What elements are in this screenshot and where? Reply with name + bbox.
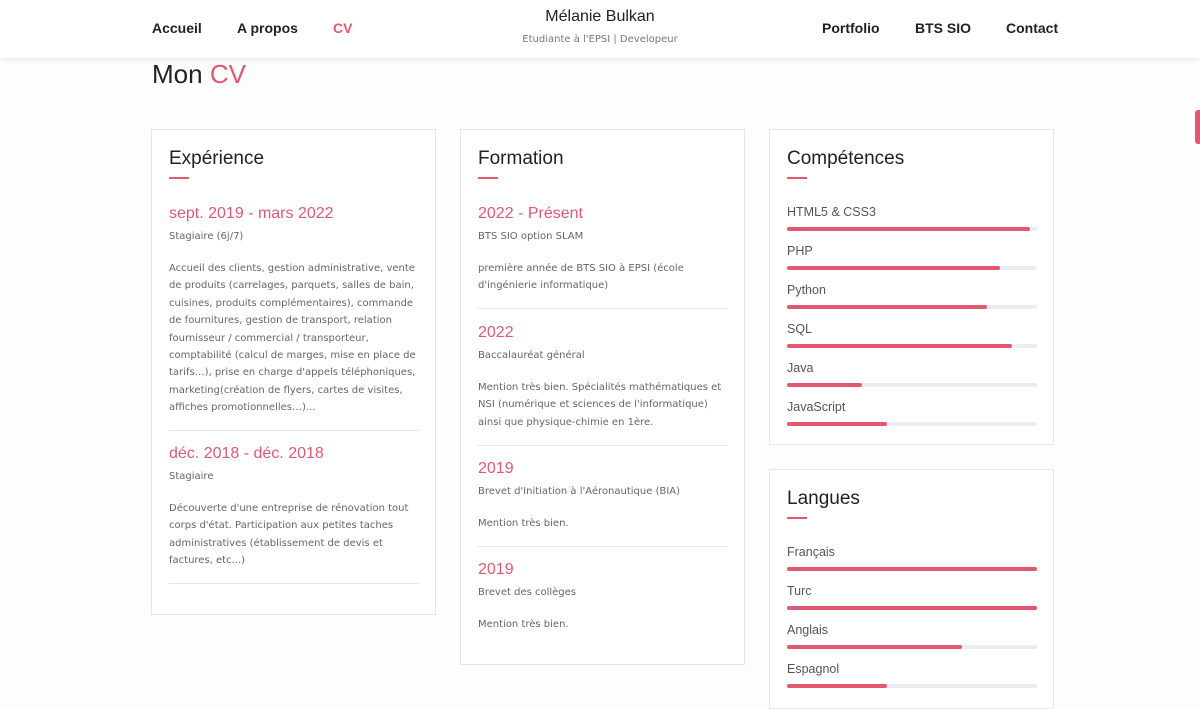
entry-date: déc. 2018 - déc. 2018 [169, 445, 324, 462]
experience-title: Expérience [169, 148, 265, 169]
entry-role: Brevet d'Initiation à l'Aéronautique (BI… [478, 486, 681, 497]
formation-entry: 2022 Baccalauréat général Mention très b… [478, 323, 728, 431]
page-title-prefix: Mon [152, 59, 203, 89]
skill-item: HTML5 & CSS3 [787, 204, 1037, 231]
entry-role: BTS SIO option SLAM [478, 231, 584, 242]
skill-progress-fill [787, 227, 1030, 231]
title-underline [787, 177, 807, 179]
top-navbar: Accueil A propos CV Mélanie Bulkan Etudi… [0, 0, 1200, 58]
skill-progress-fill [787, 266, 1000, 270]
formation-card: Formation 2022 - Présent BTS SIO option … [460, 129, 745, 665]
entry-divider [169, 430, 419, 431]
entry-divider [478, 445, 728, 446]
entry-date: 2022 - Présent [478, 205, 583, 222]
skill-progress-track [787, 305, 1037, 309]
entry-role: Brevet des collèges [478, 587, 576, 598]
entry-role: Stagiaire (6j/7) [169, 231, 244, 242]
formation-entry: 2022 - Présent BTS SIO option SLAM premi… [478, 204, 728, 295]
language-label: Anglais [787, 623, 828, 637]
title-underline [169, 177, 189, 179]
skill-item: JavaScript [787, 399, 1037, 426]
formation-entry: 2019 Brevet des collèges Mention très bi… [478, 560, 728, 633]
skills-card: Compétences HTML5 & CSS3 PHP Python SQL … [769, 129, 1054, 445]
skills-title: Compétences [787, 148, 905, 169]
language-label: Français [787, 545, 835, 559]
nav-link-portfolio[interactable]: Portfolio [822, 20, 880, 36]
page-title-accent: CV [209, 59, 246, 89]
skill-progress-track [787, 383, 1037, 387]
skill-label: PHP [787, 244, 813, 258]
entry-description: Accueil des clients, gestion administrat… [169, 263, 416, 414]
entry-description: Mention très bien. [478, 518, 569, 529]
entry-divider [478, 308, 728, 309]
language-progress-fill [787, 684, 887, 688]
entry-divider [169, 583, 419, 584]
entry-date: 2022 [478, 324, 514, 341]
entry-description: Mention très bien. [478, 619, 569, 630]
nav-link-bts-sio[interactable]: BTS SIO [915, 20, 971, 36]
page-title: Mon CV [152, 59, 246, 90]
entry-divider [478, 546, 728, 547]
language-item: Turc [787, 583, 1037, 610]
language-item: Français [787, 544, 1037, 571]
skill-item: Java [787, 360, 1037, 387]
language-label: Espagnol [787, 662, 840, 676]
skill-label: HTML5 & CSS3 [787, 205, 876, 219]
skill-label: Python [787, 283, 826, 297]
language-progress-track [787, 684, 1037, 688]
skill-progress-fill [787, 344, 1012, 348]
skill-item: Python [787, 282, 1037, 309]
skill-item: SQL [787, 321, 1037, 348]
entry-date: 2019 [478, 561, 514, 578]
side-scroll-tab[interactable] [1195, 110, 1200, 144]
skill-progress-track [787, 227, 1037, 231]
skill-progress-track [787, 266, 1037, 270]
entry-date: sept. 2019 - mars 2022 [169, 205, 334, 222]
skill-progress-track [787, 422, 1037, 426]
language-progress-fill [787, 567, 1037, 571]
language-progress-fill [787, 645, 962, 649]
entry-date: 2019 [478, 460, 514, 477]
language-label: Turc [787, 584, 812, 598]
skill-label: JavaScript [787, 400, 846, 414]
language-item: Anglais [787, 622, 1037, 649]
language-progress-track [787, 645, 1037, 649]
language-progress-track [787, 567, 1037, 571]
languages-title: Langues [787, 488, 860, 509]
entry-description: première année de BTS SIO à EPSI (école … [478, 263, 684, 292]
entry-description: Mention très bien. Spécialités mathémati… [478, 382, 722, 428]
experience-entry: sept. 2019 - mars 2022 Stagiaire (6j/7) … [169, 204, 419, 417]
skill-label: Java [787, 361, 814, 375]
language-progress-track [787, 606, 1037, 610]
language-item: Espagnol [787, 661, 1037, 688]
languages-card: Langues Français Turc Anglais Espagnol [769, 469, 1054, 709]
experience-card: Expérience sept. 2019 - mars 2022 Stagia… [151, 129, 436, 615]
title-underline [787, 517, 807, 519]
entry-description: Découverte d'une entreprise de rénovatio… [169, 503, 409, 567]
entry-role: Stagiaire [169, 471, 214, 482]
entry-role: Baccalauréat général [478, 350, 585, 361]
nav-link-contact[interactable]: Contact [1006, 20, 1058, 36]
skill-progress-fill [787, 383, 862, 387]
skill-progress-fill [787, 422, 887, 426]
skill-progress-fill [787, 305, 987, 309]
title-underline [478, 177, 498, 179]
skill-label: SQL [787, 322, 813, 336]
skill-item: PHP [787, 243, 1037, 270]
formation-title: Formation [478, 148, 564, 169]
skill-progress-track [787, 344, 1037, 348]
formation-entry: 2019 Brevet d'Initiation à l'Aéronautiqu… [478, 459, 728, 532]
experience-entry: déc. 2018 - déc. 2018 Stagiaire Découver… [169, 444, 419, 570]
language-progress-fill [787, 606, 1037, 610]
